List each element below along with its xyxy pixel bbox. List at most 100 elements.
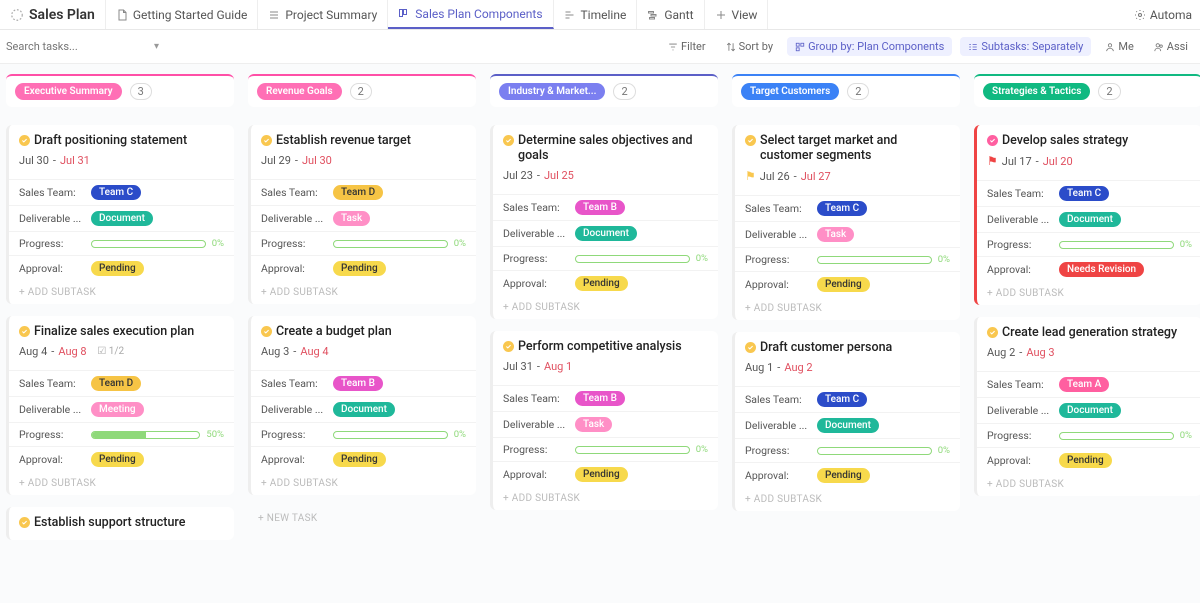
me-button[interactable]: Me: [1099, 37, 1139, 56]
tab-view[interactable]: View: [705, 0, 769, 29]
field-progress: Progress:0%: [735, 438, 960, 462]
progress-bar[interactable]: [91, 240, 206, 248]
task-card[interactable]: Draft customer personaAug 1 - Aug 2Sales…: [732, 332, 960, 511]
progress-bar[interactable]: [1059, 241, 1174, 249]
tab-timeline[interactable]: Timeline: [554, 0, 638, 29]
add-subtask-button[interactable]: + ADD SUBTASK: [9, 472, 234, 495]
task-card[interactable]: Select target market and customer segmen…: [732, 125, 960, 320]
deliverable-pill[interactable]: Document: [91, 211, 153, 226]
team-pill[interactable]: Team A: [1059, 377, 1109, 392]
search-input[interactable]: [6, 40, 146, 53]
deliverable-pill[interactable]: Task: [575, 417, 612, 432]
team-pill[interactable]: Team D: [333, 185, 383, 200]
field-progress: Progress:0%: [977, 423, 1200, 447]
column-header[interactable]: Strategies & Tactics2: [974, 74, 1200, 107]
column-header[interactable]: Target Customers2: [732, 74, 960, 107]
deliverable-pill[interactable]: Document: [1059, 403, 1121, 418]
add-subtask-button[interactable]: + ADD SUBTASK: [735, 488, 960, 511]
progress-value: 0%: [696, 444, 708, 455]
task-card[interactable]: Establish revenue targetJul 29 - Jul 30S…: [248, 125, 476, 304]
deliverable-pill[interactable]: Document: [817, 418, 879, 433]
field-deliverable: Deliverable ...Task: [251, 205, 476, 231]
approval-pill[interactable]: Pending: [333, 452, 386, 467]
column-header[interactable]: Industry & Market...2: [490, 74, 718, 107]
progress-bar[interactable]: [817, 256, 932, 264]
approval-pill[interactable]: Pending: [91, 261, 144, 276]
task-card[interactable]: Perform competitive analysisJul 31 - Aug…: [490, 331, 718, 510]
progress-bar[interactable]: [575, 446, 690, 454]
task-card[interactable]: Establish support structure: [6, 507, 234, 540]
field-label: Sales Team:: [745, 393, 817, 406]
progress-bar[interactable]: [333, 431, 448, 439]
progress-bar[interactable]: [333, 240, 448, 248]
subtasks-button[interactable]: Subtasks: Separately: [960, 37, 1091, 56]
add-subtask-button[interactable]: + ADD SUBTASK: [493, 296, 718, 319]
add-subtask-button[interactable]: + ADD SUBTASK: [493, 487, 718, 510]
deliverable-pill[interactable]: Document: [333, 402, 395, 417]
field-progress: Progress:0%: [977, 232, 1200, 256]
task-card[interactable]: Create lead generation strategyAug 2 - A…: [974, 317, 1200, 496]
tab-label: Project Summary: [285, 8, 377, 22]
column-header[interactable]: Revenue Goals2: [248, 74, 476, 107]
page-title-tab[interactable]: Sales Plan: [0, 0, 106, 29]
task-card[interactable]: Determine sales objectives and goalsJul …: [490, 125, 718, 319]
tab-gantt[interactable]: Gantt: [637, 0, 704, 29]
team-pill[interactable]: Team C: [91, 185, 141, 200]
task-card[interactable]: Draft positioning statementJul 30 - Jul …: [6, 125, 234, 304]
chevron-down-icon[interactable]: ▾: [154, 41, 159, 52]
task-card[interactable]: Develop sales strategy⚑ Jul 17 - Jul 20S…: [974, 125, 1200, 305]
progress-bar[interactable]: [575, 255, 690, 263]
progress-bar[interactable]: [817, 447, 932, 455]
add-subtask-button[interactable]: + ADD SUBTASK: [735, 297, 960, 320]
tab-project-summary[interactable]: Project Summary: [258, 0, 388, 29]
approval-pill[interactable]: Pending: [575, 276, 628, 291]
field-deliverable: Deliverable ...Document: [9, 205, 234, 231]
team-pill[interactable]: Team D: [91, 376, 141, 391]
deliverable-pill[interactable]: Meeting: [91, 402, 144, 417]
field-label: Progress:: [503, 443, 575, 456]
field-label: Approval:: [745, 278, 817, 291]
column-header[interactable]: Executive Summary3: [6, 74, 234, 107]
tab-getting-started-guide[interactable]: Getting Started Guide: [106, 0, 258, 29]
progress-value: 50%: [206, 429, 224, 440]
deliverable-pill[interactable]: Document: [1059, 212, 1121, 227]
deliverable-pill[interactable]: Task: [333, 211, 370, 226]
deliverable-pill[interactable]: Document: [575, 226, 637, 241]
field-deliverable: Deliverable ...Document: [735, 412, 960, 438]
add-subtask-button[interactable]: + ADD SUBTASK: [977, 473, 1200, 496]
approval-pill[interactable]: Pending: [817, 468, 870, 483]
group-by-button[interactable]: Group by: Plan Components: [787, 37, 952, 56]
approval-pill[interactable]: Pending: [1059, 453, 1112, 468]
team-pill[interactable]: Team C: [817, 201, 867, 216]
task-dates: Jul 30 - Jul 31: [19, 154, 224, 167]
user-icon: [1105, 42, 1115, 52]
new-task-button[interactable]: + NEW TASK: [248, 507, 476, 530]
add-subtask-button[interactable]: + ADD SUBTASK: [977, 282, 1200, 305]
add-subtask-button[interactable]: + ADD SUBTASK: [251, 472, 476, 495]
team-pill[interactable]: Team B: [575, 200, 625, 215]
approval-pill[interactable]: Needs Revision: [1059, 262, 1144, 277]
approval-pill[interactable]: Pending: [817, 277, 870, 292]
approval-pill[interactable]: Pending: [91, 452, 144, 467]
task-card[interactable]: Create a budget planAug 3 - Aug 4Sales T…: [248, 316, 476, 495]
sort-button[interactable]: Sort by: [720, 37, 779, 56]
assignees-button[interactable]: Assi: [1148, 37, 1194, 56]
automation-button[interactable]: Automa: [1126, 8, 1200, 22]
add-subtask-button[interactable]: + ADD SUBTASK: [9, 281, 234, 304]
task-card[interactable]: Finalize sales execution planAug 4 - Aug…: [6, 316, 234, 495]
field-label: Deliverable ...: [987, 404, 1059, 417]
approval-pill[interactable]: Pending: [575, 467, 628, 482]
column-title: Revenue Goals: [257, 83, 342, 100]
progress-bar[interactable]: [91, 431, 200, 439]
filter-button[interactable]: Filter: [662, 37, 712, 56]
team-pill[interactable]: Team B: [333, 376, 383, 391]
approval-pill[interactable]: Pending: [333, 261, 386, 276]
add-subtask-button[interactable]: + ADD SUBTASK: [251, 281, 476, 304]
tab-sales-plan-components[interactable]: Sales Plan Components: [388, 0, 553, 29]
team-pill[interactable]: Team B: [575, 391, 625, 406]
team-pill[interactable]: Team C: [1059, 186, 1109, 201]
progress-bar[interactable]: [1059, 432, 1174, 440]
team-pill[interactable]: Team C: [817, 392, 867, 407]
deliverable-pill[interactable]: Task: [817, 227, 854, 242]
field-label: Deliverable ...: [19, 212, 91, 225]
